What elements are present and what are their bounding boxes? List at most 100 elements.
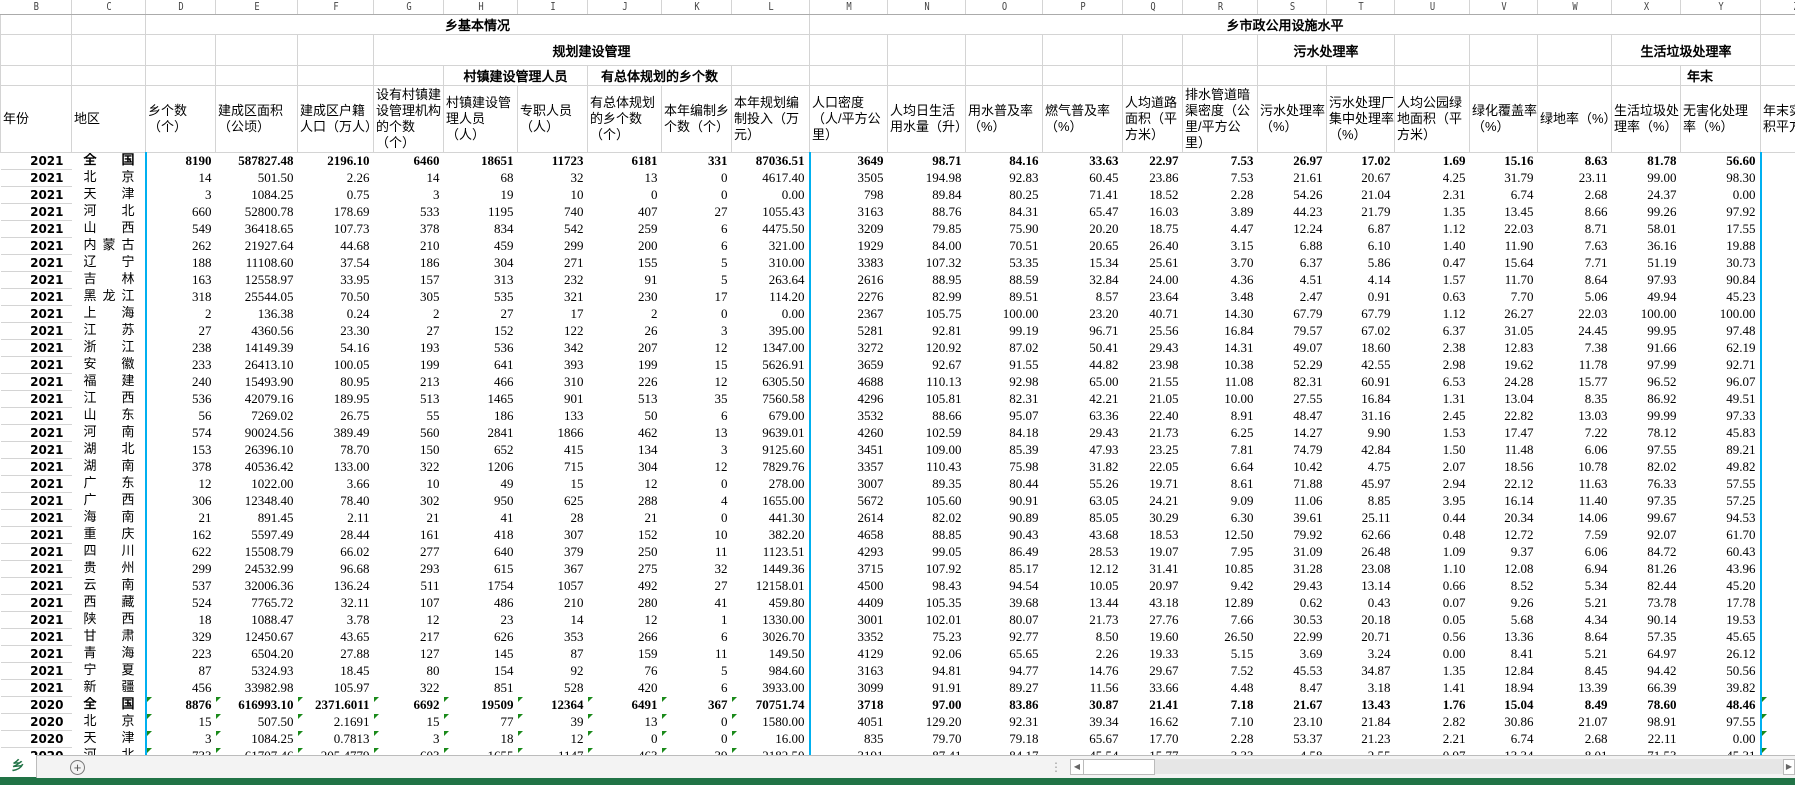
value-cell[interactable]: 2182.50 [731, 747, 811, 755]
year-cell[interactable]: 2021 [0, 407, 72, 425]
value-cell[interactable]: 178.69 [298, 204, 374, 221]
value-cell-z[interactable] [1761, 578, 1795, 595]
value-cell[interactable]: 513 [374, 391, 444, 408]
value-cell[interactable]: 8.01 [1538, 748, 1612, 755]
value-cell[interactable]: 153 [146, 442, 216, 459]
value-cell[interactable]: 2.55 [1327, 748, 1395, 755]
value-cell[interactable]: 0.07 [1395, 595, 1470, 612]
value-cell[interactable]: 80 [374, 663, 444, 680]
region-cell[interactable]: 北京 [71, 169, 147, 187]
region-cell[interactable]: 山西 [71, 220, 147, 238]
value-cell[interactable]: 23.11 [1538, 170, 1612, 187]
value-cell[interactable]: 24.00 [1123, 272, 1183, 289]
value-cell[interactable]: 13.44 [1043, 595, 1123, 612]
value-cell[interactable]: 0.00 [731, 305, 811, 323]
value-cell[interactable]: 82.02 [1612, 459, 1681, 476]
value-cell[interactable]: 13 [588, 170, 662, 187]
value-cell[interactable]: 22.40 [1123, 408, 1183, 425]
value-cell[interactable]: 342 [518, 340, 588, 357]
value-cell[interactable]: 11723 [518, 153, 588, 170]
value-cell[interactable]: 641 [444, 357, 518, 374]
value-cell[interactable]: 66.02 [298, 544, 374, 561]
value-cell[interactable]: 21 [146, 510, 216, 527]
value-cell[interactable]: 28.44 [298, 527, 374, 544]
year-cell[interactable]: 2021 [0, 169, 72, 187]
value-cell[interactable]: 21927.64 [216, 238, 298, 255]
region-cell[interactable]: 黑龙江 [71, 288, 147, 306]
value-cell[interactable]: 2.07 [1395, 459, 1470, 476]
value-cell[interactable]: 23.86 [1123, 170, 1183, 187]
value-cell-z[interactable] [1761, 204, 1795, 221]
value-cell[interactable]: 603 [373, 747, 444, 755]
region-cell[interactable]: 青海 [71, 645, 147, 663]
value-cell[interactable]: 233 [146, 357, 216, 374]
region-cell[interactable]: 新疆 [71, 679, 147, 697]
value-cell[interactable]: 0.63 [1395, 289, 1470, 306]
value-cell[interactable]: 23.25 [1123, 442, 1183, 459]
year-cell[interactable]: 2021 [0, 543, 72, 561]
value-cell[interactable]: 0.7813 [297, 730, 374, 748]
column-letter-k[interactable]: K [668, 0, 725, 15]
value-cell[interactable]: 21 [374, 510, 444, 527]
value-cell[interactable]: 71.41 [1043, 187, 1123, 204]
column-letter-r[interactable]: R [1190, 0, 1251, 15]
value-cell[interactable]: 9.09 [1183, 493, 1258, 510]
value-cell[interactable]: 0.44 [1395, 510, 1470, 527]
value-cell[interactable]: 3357 [810, 459, 888, 476]
value-cell[interactable]: 15 [662, 357, 732, 374]
value-cell[interactable]: 0.56 [1395, 629, 1470, 646]
value-cell[interactable]: 2 [588, 306, 662, 323]
value-cell[interactable]: 9.90 [1327, 425, 1395, 442]
value-cell[interactable]: 5.21 [1538, 646, 1612, 663]
column-letter-y[interactable]: Y [1688, 0, 1753, 15]
value-cell[interactable]: 22.11 [1612, 731, 1681, 748]
column-letter-f[interactable]: F [305, 0, 367, 15]
value-cell[interactable]: 13.43 [1327, 697, 1395, 714]
value-cell[interactable]: 302 [374, 493, 444, 510]
value-cell[interactable]: 536 [444, 340, 518, 357]
value-cell[interactable]: 12.72 [1470, 527, 1538, 544]
value-cell[interactable]: 3718 [810, 697, 888, 714]
value-cell[interactable]: 0.75 [298, 187, 374, 204]
value-cell[interactable]: 49.82 [1680, 458, 1762, 476]
year-cell[interactable]: 2021 [0, 356, 72, 374]
column-title[interactable]: 绿化覆盖率（%） [1469, 85, 1538, 153]
value-cell[interactable]: 84.18 [966, 425, 1043, 442]
value-cell[interactable]: 8.52 [1470, 578, 1538, 595]
value-cell[interactable]: 492 [588, 578, 662, 595]
value-cell[interactable]: 97.35 [1612, 493, 1681, 510]
value-cell[interactable]: 501.50 [216, 170, 298, 187]
value-cell[interactable]: 310.00 [731, 254, 811, 272]
value-cell[interactable]: 11.90 [1470, 238, 1538, 255]
value-cell[interactable]: 3001 [810, 612, 888, 629]
value-cell[interactable]: 511 [374, 578, 444, 595]
value-cell[interactable]: 87 [518, 646, 588, 663]
value-cell[interactable]: 98.71 [888, 153, 966, 170]
value-cell[interactable]: 307 [518, 527, 588, 544]
value-cell[interactable]: 379 [518, 544, 588, 561]
value-cell[interactable]: 45.65 [1680, 628, 1762, 646]
value-cell[interactable]: 3933.00 [731, 679, 811, 697]
value-cell[interactable]: 82.02 [888, 510, 966, 527]
value-cell[interactable]: 226 [588, 374, 662, 391]
value-cell[interactable]: 129.20 [888, 714, 966, 731]
region-cell[interactable]: 四川 [71, 543, 147, 561]
value-cell[interactable]: 6.10 [1327, 238, 1395, 255]
value-cell[interactable]: 48.46 [1680, 696, 1762, 714]
value-cell-z[interactable] [1761, 595, 1795, 612]
year-cell[interactable]: 2021 [0, 475, 72, 493]
value-cell[interactable]: 1055.43 [731, 203, 811, 221]
value-cell[interactable]: 12364 [517, 696, 588, 714]
value-cell[interactable]: 162 [146, 527, 216, 544]
value-cell[interactable]: 18.45 [298, 663, 374, 680]
splitter-handle-icon[interactable]: ⋮ [1050, 760, 1062, 774]
value-cell-z[interactable] [1761, 629, 1795, 646]
value-cell[interactable]: 57.25 [1680, 492, 1762, 510]
group-basic[interactable]: 乡基本情况 [145, 14, 810, 35]
region-cell[interactable]: 广东 [71, 475, 147, 493]
value-cell[interactable]: 14.30 [1183, 306, 1258, 323]
value-cell[interactable]: 32006.36 [216, 578, 298, 595]
value-cell[interactable]: 17.70 [1123, 731, 1183, 748]
value-cell[interactable]: 1.12 [1395, 221, 1470, 238]
region-cell[interactable]: 北京 [71, 713, 147, 731]
